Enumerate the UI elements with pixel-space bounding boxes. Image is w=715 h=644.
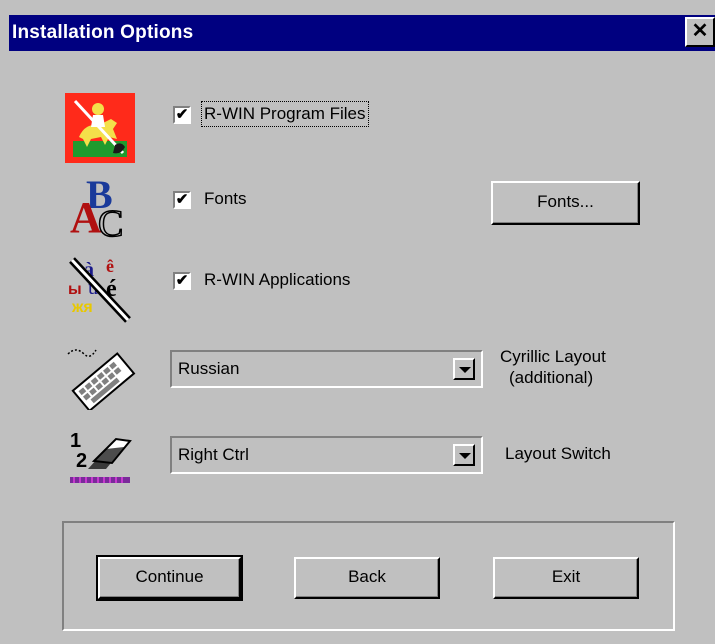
- cyrillic-chars-icon: à ê ы ü é жя: [66, 254, 136, 324]
- layout-switch-value: Right Ctrl: [178, 445, 249, 464]
- svg-text:жя: жя: [71, 299, 93, 316]
- svg-text:ê: ê: [106, 256, 114, 276]
- title-bar: Installation Options ✕: [9, 15, 715, 51]
- abc-fonts-icon: B A C: [68, 168, 138, 246]
- svg-text:2: 2: [76, 450, 87, 472]
- continue-button-label: Continue: [135, 567, 204, 586]
- cyrillic-layout-value: Russian: [178, 359, 240, 378]
- exit-button-label: Exit: [551, 567, 581, 586]
- layout-switch-label: Layout Switch: [505, 444, 611, 463]
- window-title: Installation Options: [12, 22, 194, 43]
- fonts-button-label: Fonts...: [537, 192, 594, 211]
- chevron-down-icon[interactable]: [453, 444, 475, 466]
- checkmark-icon: ✔: [175, 191, 189, 208]
- close-button[interactable]: ✕: [685, 17, 715, 47]
- exit-button[interactable]: Exit: [493, 557, 639, 599]
- applications-checkbox[interactable]: ✔: [173, 272, 191, 290]
- back-button[interactable]: Back: [294, 557, 440, 599]
- layout-switch-icon: 1 2: [66, 425, 136, 495]
- cyrillic-layout-select[interactable]: Russian: [170, 350, 483, 388]
- applications-label: R-WIN Applications: [204, 270, 351, 289]
- back-button-label: Back: [348, 567, 386, 586]
- chevron-down-icon[interactable]: [453, 358, 475, 380]
- cyrillic-layout-label-line1: Cyrillic Layout: [500, 347, 606, 366]
- svg-text:ы: ы: [68, 281, 82, 298]
- svg-text:C: C: [98, 203, 123, 238]
- program-files-label[interactable]: R-WIN Program Files: [201, 101, 369, 127]
- fonts-button[interactable]: Fonts...: [491, 181, 640, 225]
- fonts-checkbox[interactable]: ✔: [173, 191, 191, 209]
- program-files-checkbox[interactable]: ✔: [173, 106, 191, 124]
- close-icon: ✕: [691, 20, 709, 42]
- st-george-icon: [65, 93, 135, 163]
- checkmark-icon: ✔: [175, 106, 189, 123]
- cyrillic-layout-label: Cyrillic Layout (additional): [500, 346, 606, 388]
- layout-switch-select[interactable]: Right Ctrl: [170, 436, 483, 474]
- keyboard-icon: [66, 340, 136, 413]
- cyrillic-layout-label-line2: (additional): [509, 368, 594, 387]
- continue-button[interactable]: Continue: [96, 555, 243, 601]
- svg-text:1: 1: [70, 430, 81, 452]
- fonts-label: Fonts: [204, 189, 247, 208]
- checkmark-icon: ✔: [175, 272, 189, 289]
